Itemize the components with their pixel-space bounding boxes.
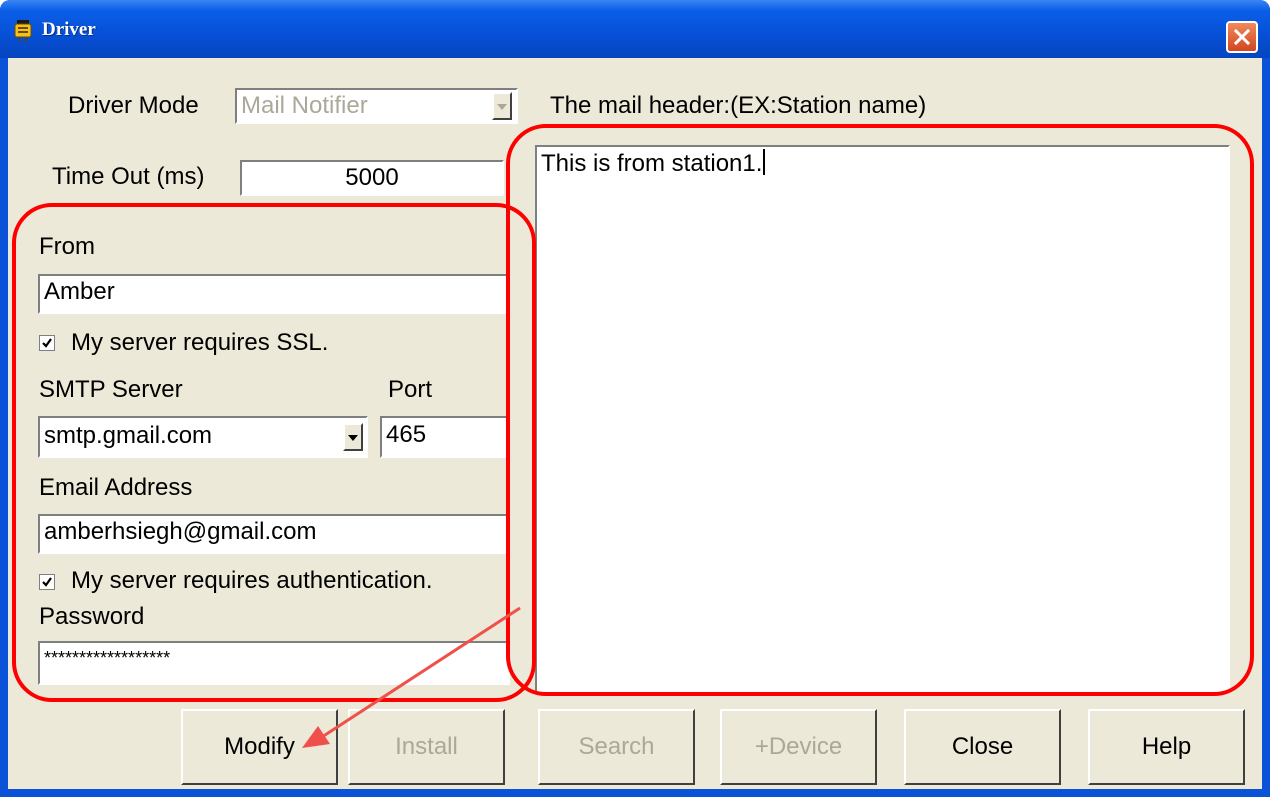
smtp-server-label: SMTP Server	[39, 376, 183, 403]
modify-button[interactable]: Modify	[181, 709, 338, 785]
driver-app-icon	[14, 20, 32, 42]
port-input[interactable]: 465	[380, 416, 510, 458]
port-label: Port	[388, 376, 433, 403]
smtp-server-value: smtp.gmail.com	[44, 422, 213, 449]
driver-mode-dropdown-button[interactable]	[492, 92, 512, 120]
close-x-icon	[1234, 29, 1250, 45]
email-label: Email Address	[39, 474, 193, 501]
check-icon	[42, 577, 52, 587]
add-device-button[interactable]: +Device	[720, 709, 877, 785]
from-label: From	[39, 233, 95, 260]
auth-label: My server requires authentication.	[71, 567, 433, 594]
driver-window: Driver Driver Mode Mail Notifier Time Ou…	[0, 0, 1270, 797]
smtp-dropdown-button[interactable]	[343, 423, 363, 451]
title-bar[interactable]: Driver	[0, 0, 1270, 58]
driver-mode-value: Mail Notifier	[241, 92, 368, 119]
mail-header-textarea[interactable]: This is from station1.	[535, 145, 1230, 693]
ssl-label: My server requires SSL.	[71, 329, 329, 356]
smtp-server-select[interactable]: smtp.gmail.com	[38, 416, 368, 458]
email-input[interactable]: amberhsiegh@gmail.com	[38, 514, 510, 554]
mail-header-text: This is from station1.	[541, 150, 763, 177]
timeout-input[interactable]: 5000	[240, 160, 504, 196]
chevron-down-icon	[348, 435, 358, 441]
timeout-label: Time Out (ms)	[52, 163, 205, 190]
close-window-button[interactable]	[1226, 21, 1258, 53]
ssl-checkbox[interactable]	[39, 335, 55, 351]
password-input[interactable]: ******************	[38, 641, 510, 685]
auth-checkbox[interactable]	[39, 574, 55, 590]
check-icon	[42, 338, 52, 348]
text-caret	[763, 149, 766, 175]
window-title: Driver	[42, 19, 96, 40]
driver-mode-label: Driver Mode	[68, 92, 199, 119]
mail-header-label: The mail header:(EX:Station name)	[550, 92, 927, 119]
from-input[interactable]: Amber	[38, 274, 510, 314]
close-button[interactable]: Close	[904, 709, 1061, 785]
search-button[interactable]: Search	[538, 709, 695, 785]
help-button[interactable]: Help	[1088, 709, 1245, 785]
dialog-client-area: Driver Mode Mail Notifier Time Out (ms) …	[8, 58, 1262, 789]
install-button[interactable]: Install	[348, 709, 505, 785]
chevron-down-icon	[497, 104, 507, 110]
driver-mode-select[interactable]: Mail Notifier	[235, 88, 518, 124]
password-label: Password	[39, 603, 145, 630]
